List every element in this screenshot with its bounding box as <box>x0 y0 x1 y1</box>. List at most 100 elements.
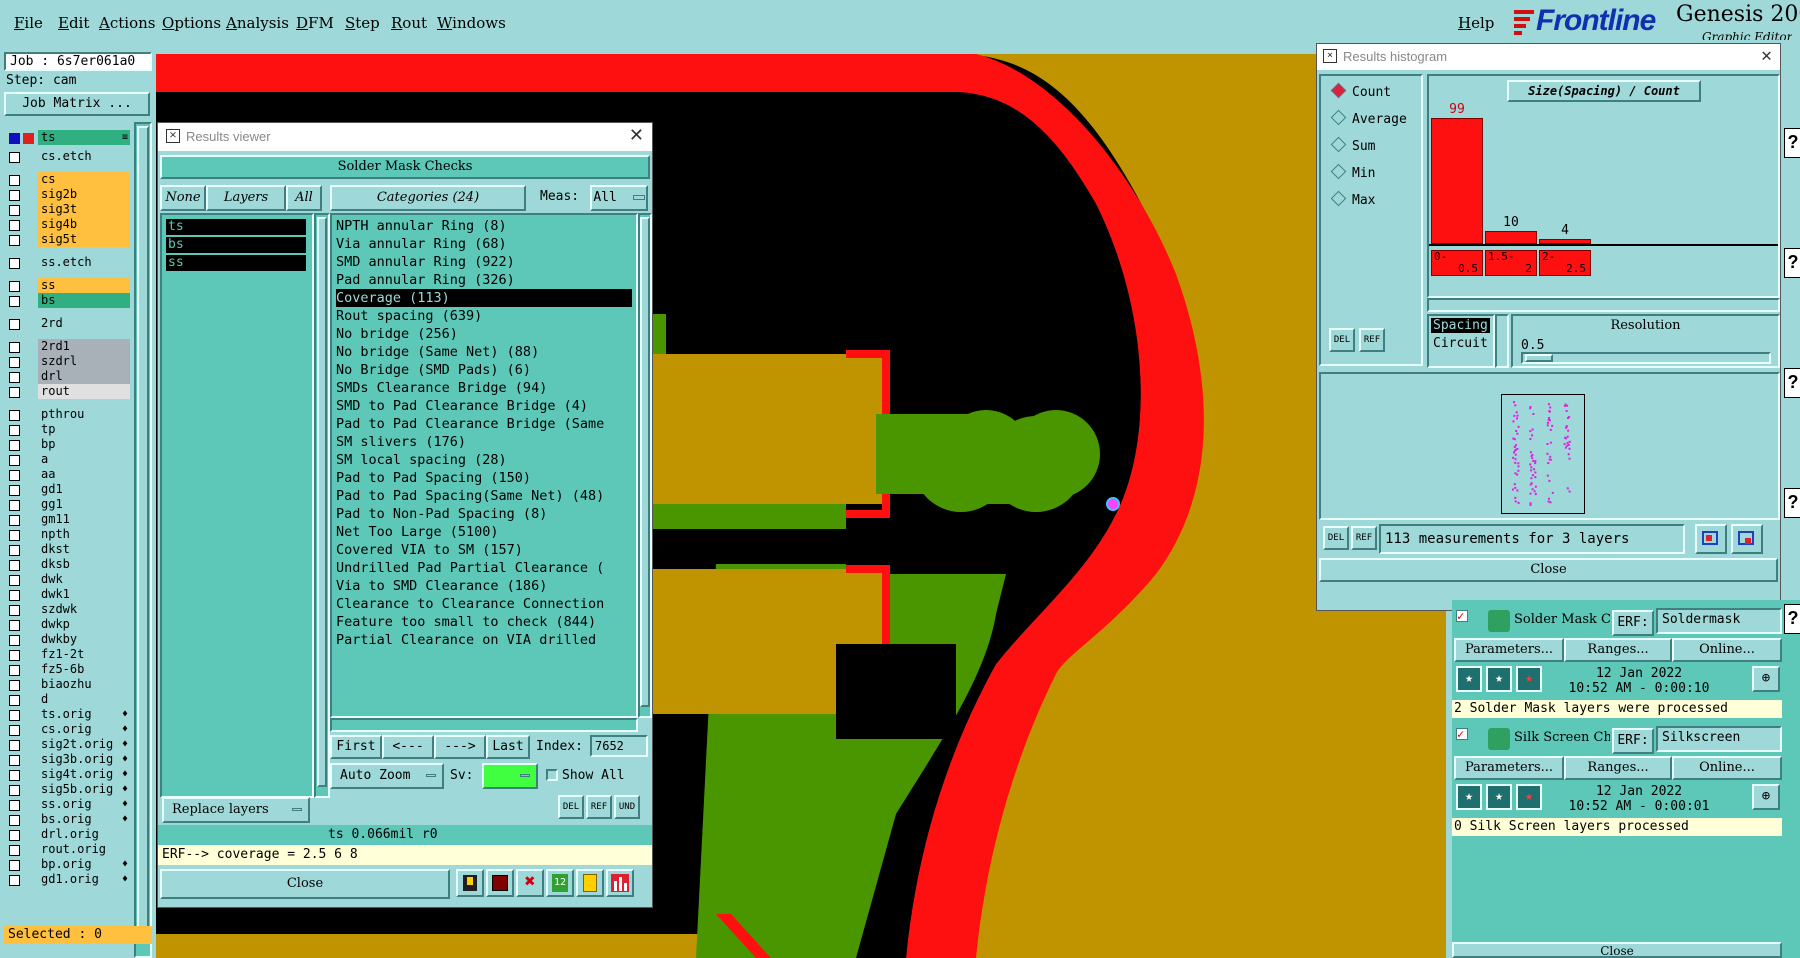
layer-checkbox[interactable] <box>9 205 20 216</box>
category-item[interactable]: No bridge (256) <box>336 325 458 343</box>
layer-checkbox[interactable] <box>9 740 20 751</box>
sv-select[interactable] <box>482 763 538 789</box>
layer-checkbox[interactable] <box>9 665 20 676</box>
layer-checkbox[interactable] <box>9 190 20 201</box>
layer-row[interactable]: pthrou <box>6 407 130 422</box>
layer-row[interactable]: ss.orig ♦ <box>6 797 130 812</box>
layer-checkbox[interactable] <box>9 650 20 661</box>
layer-row[interactable]: d <box>6 692 130 707</box>
layer-row[interactable]: cs <box>6 172 130 187</box>
undo-icon[interactable]: UND <box>614 795 640 819</box>
category-item[interactable]: Rout spacing (639) <box>336 307 482 325</box>
bin-label[interactable]: 1.5- 2 <box>1485 250 1537 276</box>
layer-row[interactable]: bp <box>6 437 130 452</box>
magnify-icon[interactable]: ⊕ <box>1752 666 1780 692</box>
layer-row[interactable]: dwkp <box>6 617 130 632</box>
type-item[interactable]: Spacing <box>1431 318 1490 333</box>
layer-row[interactable]: sig3t <box>6 202 130 217</box>
category-item[interactable]: No Bridge (SMD Pads) (6) <box>336 361 531 379</box>
meas-select[interactable]: All <box>590 185 648 211</box>
checks-close-button[interactable]: Close <box>1452 942 1782 958</box>
run-icon[interactable]: ★ <box>1456 666 1482 692</box>
categories-scrollbar[interactable] <box>638 213 652 718</box>
layer-row[interactable]: dwk <box>6 572 130 587</box>
category-item[interactable]: Via to SMD Clearance (186) <box>336 577 547 595</box>
close-icon[interactable]: ✕ <box>1761 45 1772 66</box>
category-item[interactable]: No bridge (Same Net) (88) <box>336 343 539 361</box>
layer-row[interactable]: drl <box>6 369 130 384</box>
layer-checkbox[interactable] <box>9 470 20 481</box>
layer-row[interactable]: fz5-6b <box>6 662 130 677</box>
layer-row[interactable]: cs.etch <box>6 149 130 164</box>
layer-checkbox[interactable] <box>9 800 20 811</box>
layer-checkbox[interactable] <box>9 605 20 616</box>
layer-checkbox[interactable] <box>9 455 20 466</box>
layer-checkbox[interactable] <box>9 319 20 330</box>
number-icon[interactable]: 12 <box>546 869 574 897</box>
ref-icon[interactable]: REF <box>1359 328 1385 352</box>
category-item[interactable]: SM local spacing (28) <box>336 451 507 469</box>
menu-edit[interactable]: Edit <box>58 14 89 32</box>
layer-item[interactable]: ss <box>166 255 306 271</box>
menu-help[interactable]: Help <box>1458 14 1494 32</box>
layer-checkbox[interactable] <box>9 372 20 383</box>
layer-row[interactable]: rout.orig <box>6 842 130 857</box>
type-scrollbar[interactable] <box>1495 314 1509 368</box>
categories-button[interactable]: Categories (24) <box>330 185 526 211</box>
layer-row[interactable]: 2rd <box>6 316 130 331</box>
online-button[interactable]: Online... <box>1672 638 1782 662</box>
layer-row[interactable]: sig4b <box>6 217 130 232</box>
stop-icon[interactable]: ★ <box>1516 666 1542 692</box>
layer-checkbox[interactable] <box>9 500 20 511</box>
layer-row[interactable]: dwk1 <box>6 587 130 602</box>
replace-layers-select[interactable]: Replace layers <box>162 797 310 823</box>
layer-checkbox[interactable] <box>9 425 20 436</box>
bin-label[interactable]: 0- 0.5 <box>1431 250 1483 276</box>
ref-icon[interactable]: REF <box>586 795 612 819</box>
layer-checkbox[interactable] <box>9 133 20 144</box>
cross-icon[interactable]: ✖ <box>516 869 544 897</box>
menu-actions[interactable]: Actions <box>99 14 155 32</box>
layer-row[interactable]: gd1.orig ♦ <box>6 872 130 887</box>
prev-button[interactable]: <--- <box>382 735 434 759</box>
del-icon[interactable]: DEL <box>558 795 584 819</box>
category-item[interactable]: SMD to Pad Clearance Bridge (4) <box>336 397 588 415</box>
category-item[interactable]: Partial Clearance on VIA drilled <box>336 631 596 649</box>
layer-checkbox[interactable] <box>9 710 20 721</box>
layer-row[interactable]: aa <box>6 467 130 482</box>
help-icon[interactable]: ? <box>1784 488 1800 518</box>
layer-row[interactable]: bs <box>6 293 130 308</box>
layer-row[interactable]: szdwk <box>6 602 130 617</box>
layer-checkbox[interactable] <box>9 875 20 886</box>
bin-label[interactable]: 2- 2.5 <box>1539 250 1591 276</box>
none-button[interactable]: None <box>160 185 206 211</box>
category-item[interactable]: NPTH annular Ring (8) <box>336 217 507 235</box>
run-step-icon[interactable]: ★ <box>1486 784 1512 810</box>
results-viewer-titlebar[interactable]: ⨯ Results viewer ✕ <box>158 123 652 151</box>
layer-checkbox[interactable] <box>9 175 20 186</box>
stop-icon[interactable]: ★ <box>1516 784 1542 810</box>
layer-checkbox[interactable] <box>9 680 20 691</box>
layer-checkbox[interactable] <box>9 410 20 421</box>
help-icon[interactable]: ? <box>1784 368 1800 398</box>
layer-row[interactable]: biaozhu <box>6 677 130 692</box>
layer-row[interactable]: gg1 <box>6 497 130 512</box>
layer-checkbox[interactable] <box>9 440 20 451</box>
category-item[interactable]: SMDs Clearance Bridge (94) <box>336 379 547 397</box>
del-icon[interactable]: DEL <box>1323 526 1349 550</box>
help-icon[interactable]: ? <box>1784 604 1800 634</box>
report-icon[interactable] <box>576 869 604 897</box>
layer-row[interactable]: cs.orig ♦ <box>6 722 130 737</box>
layer-row[interactable]: ss <box>6 278 130 293</box>
job-matrix-button[interactable]: Job Matrix ... <box>4 92 150 116</box>
layer-checkbox[interactable] <box>9 235 20 246</box>
histogram-hscrollbar[interactable] <box>1427 298 1780 312</box>
layer-row[interactable]: bp.orig ♦ <box>6 857 130 872</box>
layer-item[interactable]: ts <box>166 219 306 235</box>
layer-checkbox[interactable] <box>9 635 20 646</box>
erf-button[interactable]: ERF: <box>1612 610 1654 636</box>
category-item[interactable]: SMD annular Ring (922) <box>336 253 515 271</box>
parameters-button[interactable]: Parameters... <box>1454 756 1564 780</box>
run-icon[interactable]: ★ <box>1456 784 1482 810</box>
menu-options[interactable]: Options <box>162 14 221 32</box>
